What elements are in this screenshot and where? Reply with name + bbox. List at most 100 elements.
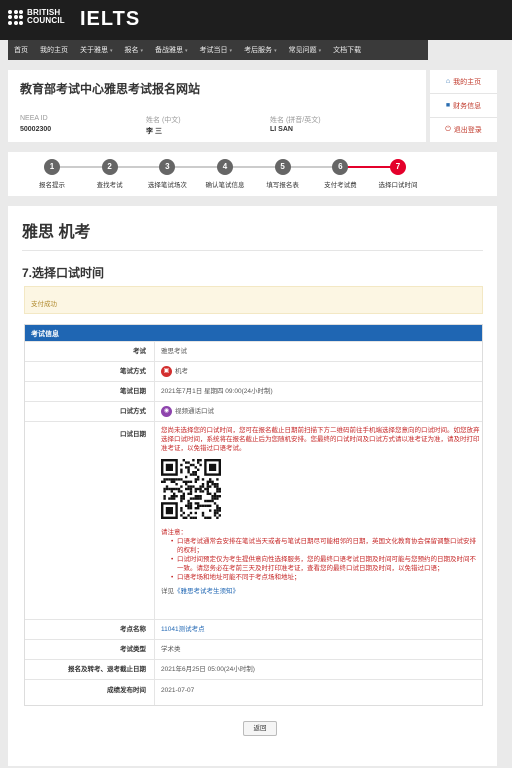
row-value-wrap: ◉ 视频通话口试 — [155, 402, 214, 421]
nav-item-label: 报名 — [124, 47, 139, 54]
side-menu-item[interactable]: ⏻ 退出登录 — [430, 118, 497, 142]
nav-item-label: 考试当日 — [199, 47, 228, 54]
side-menu-label: 我的主页 — [453, 78, 482, 86]
neea-id-label: NEEA ID — [20, 115, 48, 122]
row-type: 考试类型 学术类 — [25, 639, 482, 659]
row-date: 笔试日期 2021年7月1日 星期四 09:00(24小时制) — [25, 381, 482, 401]
step-5: 5 填写报名表 — [253, 159, 313, 189]
row-method: 笔试方式 ▣ 机考 — [25, 361, 482, 381]
side-menu-label: 退出登录 — [453, 127, 482, 134]
exam-info-panel: 考试信息 考试 雅思考试 笔试方式 ▣ 机考 笔试日期 2021年7月1日 星期四… — [24, 324, 483, 706]
notice-item: 口试时间预定仅为考生提供意向性选择服务，您的最终口语考试日期及时间可能与您预约的… — [171, 555, 482, 573]
nav-item[interactable]: 常见问题 ▾ — [283, 45, 328, 55]
step-4: 4 确认笔试信息 — [195, 159, 255, 189]
row-value-wrap: ▣ 机考 — [155, 362, 188, 381]
main-content: 雅思 机考 7.选择口试时间 支付成功 考试信息 考试 雅思考试 笔试方式 ▣ 机… — [8, 206, 497, 766]
name-cn-value: 李 三 — [146, 128, 162, 135]
name-py-label: 姓名 (拼音/英文) — [270, 117, 321, 124]
step-number: 7 — [390, 159, 406, 175]
nav-item[interactable]: 考试当日 ▾ — [194, 45, 239, 55]
row-release: 成绩发布时间 2021-07-07 — [25, 679, 482, 705]
logo-line-2: COUNCIL — [27, 16, 65, 25]
row-label: 笔试日期 — [25, 382, 155, 401]
video-call-icon: ◉ — [161, 405, 172, 417]
heading-divider — [22, 250, 483, 251]
briefcase-icon: ■ — [445, 102, 451, 109]
row-value: 2021年6月25日 05:00(24小时制) — [161, 666, 255, 673]
notice-item: 口语考试通常会安排在笔试当天或者与笔试日期尽可能相邻的日期，英国文化教育协会保留… — [171, 537, 482, 555]
row-label: 考点名称 — [25, 620, 155, 639]
step-label: 查找考试 — [96, 182, 123, 189]
nav-item-label: 备战雅思 — [155, 47, 184, 54]
row-label: 成绩发布时间 — [25, 680, 155, 705]
british-council-logo[interactable]: BRITISH COUNCIL — [8, 9, 65, 25]
nav-item[interactable]: 报名 ▾ — [119, 45, 150, 55]
page-heading: 雅思 机考 — [22, 224, 91, 241]
home-icon: ⌂ — [445, 78, 451, 85]
step-1: 1 报名提示 — [22, 159, 82, 189]
qr-code[interactable] — [161, 459, 221, 519]
chevron-down-icon: ▾ — [110, 48, 113, 54]
step-label: 报名提示 — [39, 182, 65, 189]
nav-item[interactable]: 备战雅思 ▾ — [149, 45, 194, 55]
candidate-notice-link[interactable]: 《雅思考试考生须知》 — [174, 588, 239, 595]
row-value: 2021年7月1日 星期四 09:00(24小时制) — [161, 388, 273, 395]
nav-item[interactable]: 考后服务 ▾ — [238, 45, 283, 55]
nav-item[interactable]: 关于雅思 ▾ — [74, 45, 119, 55]
chevron-down-icon: ▾ — [229, 48, 233, 54]
notice-link-prefix: 详见 — [161, 588, 174, 595]
ielts-logo[interactable]: IELTS — [80, 8, 140, 31]
logo-dots-icon — [8, 9, 23, 25]
step-6: 6 支付考试费 — [310, 159, 370, 189]
step-3: 3 选择笔试场次 — [137, 159, 197, 189]
row-value: 雅思考试 — [161, 348, 187, 355]
oral-date-text: 您尚未选择您的口试时间，您可在报名截止日期前扫描下方二维码前往手机端选择您意向的… — [161, 427, 480, 452]
user-info-card: 教育部考试中心雅思考试报名网站 NEEA ID 50002300 姓名 (中文)… — [8, 70, 426, 142]
step-7: 7 选择口试时间 — [368, 159, 428, 189]
oral-date-detail: 您尚未选择您的口试时间，您可在报名截止日期前扫描下方二维码前往手机端选择您意向的… — [155, 422, 482, 619]
nav-item[interactable]: 首页 — [8, 45, 34, 55]
side-menu-label: 财务信息 — [453, 102, 482, 110]
step-label: 支付考试费 — [324, 182, 357, 189]
side-menu-item[interactable]: ⌂ 我的主页 — [430, 70, 497, 94]
step-number: 3 — [159, 159, 176, 175]
side-menu-item[interactable]: ■ 财务信息 — [430, 94, 497, 118]
row-value: 学术类 — [161, 646, 181, 653]
site-header: BRITISH COUNCIL IELTS — [0, 0, 512, 40]
name-cn-label: 姓名 (中文) — [146, 117, 181, 124]
row-oral-method: 口试方式 ◉ 视频通话口试 — [25, 401, 482, 421]
nav-item-label: 首页 — [14, 47, 28, 54]
notice-title: 请注意： — [161, 529, 187, 536]
chevron-down-icon: ▾ — [140, 48, 144, 54]
name-py-value: LI SAN — [270, 126, 293, 133]
step-label: 选择笔试场次 — [147, 182, 187, 189]
row-center: 考点名称 11041测试考点 — [25, 619, 482, 639]
panel-title: 考试信息 — [25, 325, 482, 341]
section-heading: 7.选择口试时间 — [22, 266, 105, 280]
row-label: 报名及转考、退考截止日期 — [25, 660, 155, 679]
row-label: 考试 — [25, 342, 155, 361]
step-2: 2 查找考试 — [80, 159, 140, 189]
row-value: 视频通话口试 — [175, 408, 214, 415]
progress-steps: 1 报名提示 2 查找考试 3 选择笔试场次 4 确认笔试信息 5 填写报名表 6 支付考试费 7 选择口… — [8, 152, 497, 196]
side-menu: ⌂ 我的主页 ■ 财务信息 ⏻ 退出登录 — [430, 70, 497, 142]
step-number: 5 — [274, 159, 291, 175]
notice-item: 口语考场和地址可能不同于考点场和地址； — [171, 573, 482, 582]
nav-item-label: 我的主页 — [40, 47, 68, 54]
row-label: 笔试方式 — [25, 362, 155, 381]
nav-item[interactable]: 文档下载 — [327, 45, 367, 55]
payment-success-alert: 支付成功 — [24, 286, 483, 314]
row-value: 机考 — [175, 368, 188, 375]
back-button[interactable]: 返回 — [243, 721, 277, 736]
nav-item[interactable]: 我的主页 — [34, 45, 74, 55]
step-label: 填写报名表 — [266, 182, 299, 189]
row-exam: 考试 雅思考试 — [25, 341, 482, 361]
nav-item-label: 关于雅思 — [80, 47, 108, 54]
nav-item-label: 文档下载 — [333, 47, 362, 54]
step-number: 2 — [101, 159, 118, 175]
power-icon: ⏻ — [445, 126, 451, 133]
row-value[interactable]: 11041测试考点 — [155, 620, 205, 639]
step-number: 4 — [217, 159, 233, 175]
chevron-down-icon: ▾ — [318, 48, 322, 54]
site-title: 教育部考试中心雅思考试报名网站 — [20, 82, 201, 96]
